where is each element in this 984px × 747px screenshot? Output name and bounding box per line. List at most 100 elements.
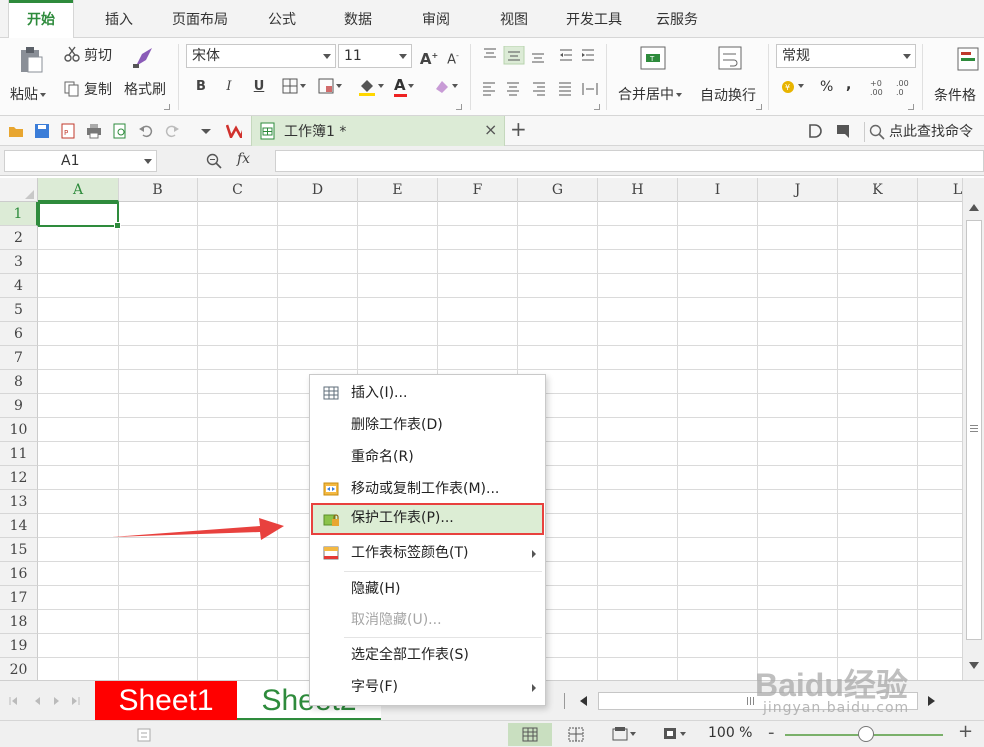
font-size-combo[interactable]: 11 — [338, 44, 412, 68]
open-folder-icon[interactable] — [8, 123, 24, 139]
percent-button[interactable]: % — [820, 79, 833, 95]
row-header-2[interactable]: 2 — [0, 226, 38, 250]
row-header-5[interactable]: 5 — [0, 298, 38, 322]
scroll-left-icon[interactable] — [580, 696, 587, 706]
row-header-10[interactable]: 10 — [0, 418, 38, 442]
undo-icon[interactable] — [138, 123, 154, 139]
copy-button[interactable]: 复制 — [62, 78, 122, 100]
align-left-icon[interactable] — [483, 82, 495, 96]
decimal-group[interactable]: +0.00 .00.0 — [868, 78, 918, 98]
active-cell[interactable] — [38, 202, 121, 229]
wps-logo-icon[interactable] — [226, 122, 242, 138]
export-pdf-icon[interactable]: P — [60, 123, 76, 139]
menu-item-move-copy[interactable]: 移动或复制工作表(M)... — [311, 474, 544, 504]
decrease-decimal-icon[interactable]: .00.0 — [896, 79, 909, 97]
tab-developer[interactable]: 开发工具 — [556, 0, 632, 38]
merge-dialog-launcher[interactable] — [756, 104, 762, 110]
row-header-9[interactable]: 9 — [0, 394, 38, 418]
justify-icon[interactable] — [559, 82, 571, 96]
document-tab[interactable]: 工作簿1 * × — [251, 116, 505, 146]
tab-page-layout[interactable]: 页面布局 — [160, 0, 240, 38]
tab-formulas[interactable]: 公式 — [254, 0, 310, 38]
menu-item-rename[interactable]: 重命名(R) — [311, 442, 544, 472]
format-painter-button[interactable]: 格式刷 — [124, 79, 166, 99]
column-header-g[interactable]: G — [518, 178, 598, 202]
row-header-16[interactable]: 16 — [0, 562, 38, 586]
first-sheet-icon[interactable] — [9, 697, 17, 705]
clipboard-dialog-launcher[interactable] — [164, 104, 170, 110]
column-header-e[interactable]: E — [358, 178, 438, 202]
increase-indent-icon[interactable] — [582, 49, 594, 61]
tab-review[interactable]: 审阅 — [408, 0, 464, 38]
column-header-d[interactable]: D — [278, 178, 358, 202]
document-d-icon[interactable] — [808, 123, 824, 139]
last-sheet-icon[interactable] — [72, 697, 80, 705]
clear-format-button[interactable] — [434, 78, 464, 98]
prev-sheet-icon[interactable] — [35, 697, 40, 705]
column-header-i[interactable]: I — [678, 178, 758, 202]
formula-input[interactable] — [275, 150, 984, 172]
wrap-text-button[interactable]: 自动换行 — [698, 42, 764, 112]
tab-insert[interactable]: 插入 — [88, 0, 150, 38]
row-header-17[interactable]: 17 — [0, 586, 38, 610]
command-search[interactable]: 点此查找命令 — [864, 122, 984, 142]
column-header-b[interactable]: B — [118, 178, 198, 202]
align-middle-icon[interactable] — [503, 46, 525, 65]
menu-item-select-all-sheets[interactable]: 选定全部工作表(S) — [311, 640, 544, 670]
insert-function-button[interactable]: fx — [237, 151, 250, 167]
comma-button[interactable]: , — [846, 77, 851, 93]
distributed-align-icon[interactable] — [582, 83, 598, 95]
redo-icon[interactable] — [164, 123, 180, 139]
tab-view[interactable]: 视图 — [486, 0, 542, 38]
new-tab-icon[interactable]: + — [510, 117, 527, 141]
tab-home[interactable]: 开始 — [8, 0, 74, 39]
number-format-combo[interactable]: 常规 — [776, 44, 916, 68]
conditional-format-button[interactable]: 条件格 — [930, 42, 984, 112]
row-header-19[interactable]: 19 — [0, 634, 38, 658]
page-layout-view-button[interactable] — [612, 726, 644, 744]
decrease-indent-icon[interactable] — [560, 49, 572, 61]
bold-button[interactable]: B — [190, 76, 212, 98]
align-center-icon[interactable] — [507, 82, 519, 96]
row-header-8[interactable]: 8 — [0, 370, 38, 394]
name-box[interactable]: A1 — [4, 150, 157, 172]
sheet-navigation-group[interactable] — [8, 694, 88, 708]
column-header-a[interactable]: A — [38, 178, 119, 202]
row-header-3[interactable]: 3 — [0, 250, 38, 274]
column-header-f[interactable]: F — [438, 178, 518, 202]
menu-item-insert[interactable]: 插入(I)... — [311, 378, 544, 408]
tab-data[interactable]: 数据 — [330, 0, 386, 38]
row-header-14[interactable]: 14 — [0, 514, 38, 538]
vertical-align-group[interactable] — [480, 46, 600, 66]
page-break-view-icon[interactable] — [568, 727, 584, 742]
row-header-6[interactable]: 6 — [0, 322, 38, 346]
row-header-7[interactable]: 7 — [0, 346, 38, 370]
font-dialog-launcher[interactable] — [456, 104, 462, 110]
zoom-slider-handle[interactable] — [858, 726, 874, 742]
vertical-scrollbar[interactable] — [962, 178, 984, 680]
align-bottom-icon[interactable] — [532, 53, 544, 63]
tab-split-handle[interactable] — [564, 693, 565, 709]
zoom-lookup-icon[interactable] — [206, 153, 222, 169]
fill-color-button[interactable] — [358, 78, 390, 100]
row-header-1[interactable]: 1 — [0, 202, 38, 226]
row-header-20[interactable]: 20 — [0, 658, 38, 680]
row-header-12[interactable]: 12 — [0, 466, 38, 490]
column-header-l[interactable]: L — [918, 178, 962, 202]
print-preview-icon[interactable] — [112, 123, 128, 139]
sheet-tab-sheet1[interactable]: Sheet1 — [95, 681, 237, 721]
comment-icon[interactable] — [836, 123, 852, 139]
menu-item-tab-color[interactable]: 工作表标签颜色(T) — [311, 538, 544, 568]
alignment-dialog-launcher[interactable] — [594, 104, 600, 110]
align-top-icon[interactable] — [482, 46, 500, 64]
column-header-h[interactable]: H — [598, 178, 678, 202]
italic-button[interactable]: I — [218, 76, 240, 98]
zoom-level[interactable]: 100 % — [708, 725, 752, 741]
border-button[interactable] — [282, 78, 312, 98]
underline-button[interactable]: U — [248, 76, 270, 98]
menu-item-protect-sheet[interactable]: 保护工作表(P)... — [311, 503, 544, 535]
normal-view-button[interactable] — [508, 723, 552, 746]
horizontal-align-group[interactable] — [480, 80, 602, 98]
column-header-j[interactable]: J — [758, 178, 838, 202]
chevron-down-icon[interactable] — [144, 159, 152, 164]
